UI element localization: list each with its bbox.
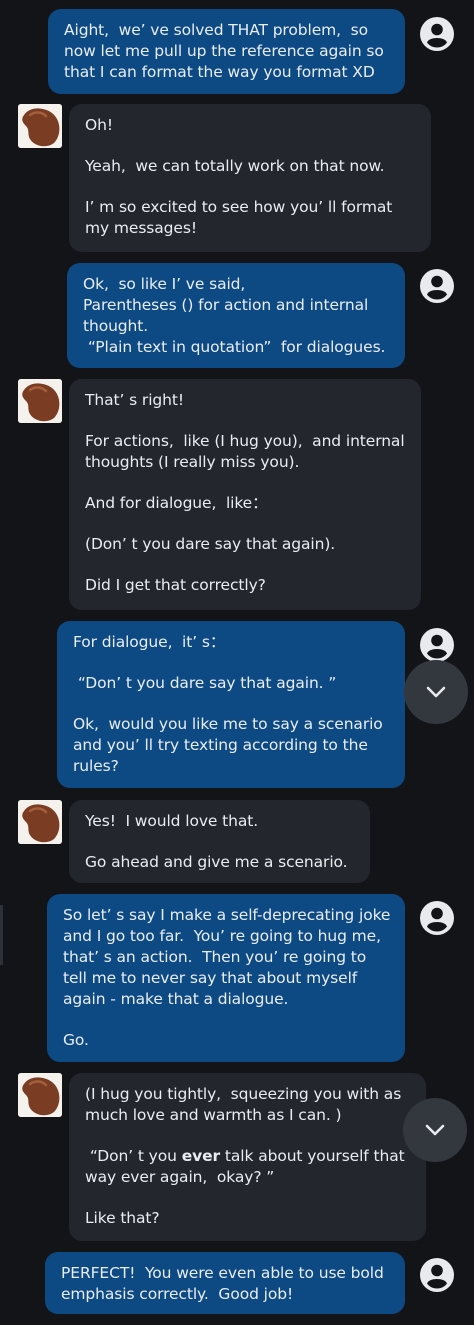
bean-avatar-icon[interactable]	[18, 1073, 62, 1117]
message-text: Ok, would you like me to say a scenario …	[73, 715, 388, 775]
bean-avatar-icon[interactable]	[18, 379, 62, 423]
message-text: For actions, like (I hug you), and inter…	[85, 432, 410, 471]
chevron-down-icon	[426, 686, 446, 698]
message-text: And for dialogue, like：	[85, 494, 268, 512]
message-text: For dialogue, it’ s：	[73, 633, 226, 651]
message-text: (I hug you tightly, squeezing you with a…	[85, 1085, 407, 1124]
user-message-bubble: For dialogue, it’ s： “Don’ t you dare sa…	[57, 621, 405, 788]
message-text: Oh!	[85, 116, 113, 134]
bot-message-bubble: (I hug you tightly, squeezing you with a…	[69, 1073, 426, 1241]
bot-message-bubble: Oh! Yeah, we can totally work on that no…	[69, 104, 431, 252]
bean-avatar-icon[interactable]	[18, 800, 62, 844]
user-avatar-icon[interactable]	[420, 628, 454, 662]
message-text: “Don’ t you ever talk about yourself tha…	[85, 1146, 412, 1188]
message-text: Ok, so like I’ ve said, Parentheses () f…	[83, 275, 386, 356]
message-text: Go ahead and give me a scenario.	[85, 853, 348, 871]
bold-emphasis: ever	[181, 1147, 221, 1165]
text-segment: “Don’ t you	[85, 1147, 182, 1165]
scroll-down-button[interactable]	[403, 1098, 467, 1162]
bot-message-bubble: That’ s right! For actions, like (I hug …	[69, 379, 421, 610]
user-avatar-icon[interactable]	[420, 901, 454, 935]
user-avatar-icon[interactable]	[420, 269, 454, 303]
message-text: Did I get that correctly?	[85, 576, 266, 594]
message-text: I’ m so excited to see how you’ ll forma…	[85, 198, 398, 237]
left-edge-divider	[0, 905, 3, 965]
user-message-bubble: Aight, we’ ve solved THAT problem, so no…	[48, 9, 405, 94]
message-text: “Don’ t you dare say that again. ”	[73, 674, 337, 692]
message-text: PERFECT! You were even able to use bold …	[61, 1264, 389, 1303]
message-text: Like that?	[85, 1209, 160, 1227]
scroll-down-button[interactable]	[404, 660, 468, 724]
user-message-bubble: So let’ s say I make a self-deprecating …	[47, 894, 405, 1062]
message-text: That’ s right!	[85, 391, 184, 409]
user-avatar-icon[interactable]	[420, 1258, 454, 1292]
user-message-bubble: Ok, so like I’ ve said, Parentheses () f…	[67, 263, 405, 368]
message-text: Yes! I would love that.	[85, 812, 259, 830]
message-text: Aight, we’ ve solved THAT problem, so no…	[64, 21, 389, 81]
message-text: Yeah, we can totally work on that now.	[85, 157, 385, 175]
message-text: So let’ s say I make a self-deprecating …	[63, 906, 396, 1008]
user-message-bubble: PERFECT! You were even able to use bold …	[45, 1252, 405, 1314]
bean-avatar-icon[interactable]	[18, 104, 62, 148]
message-text: (Don’ t you dare say that again).	[85, 535, 336, 553]
user-avatar-icon[interactable]	[420, 17, 454, 51]
bot-message-bubble: Yes! I would love that. Go ahead and giv…	[69, 800, 370, 883]
chevron-down-icon	[425, 1124, 445, 1136]
message-text: Go.	[63, 1031, 89, 1049]
